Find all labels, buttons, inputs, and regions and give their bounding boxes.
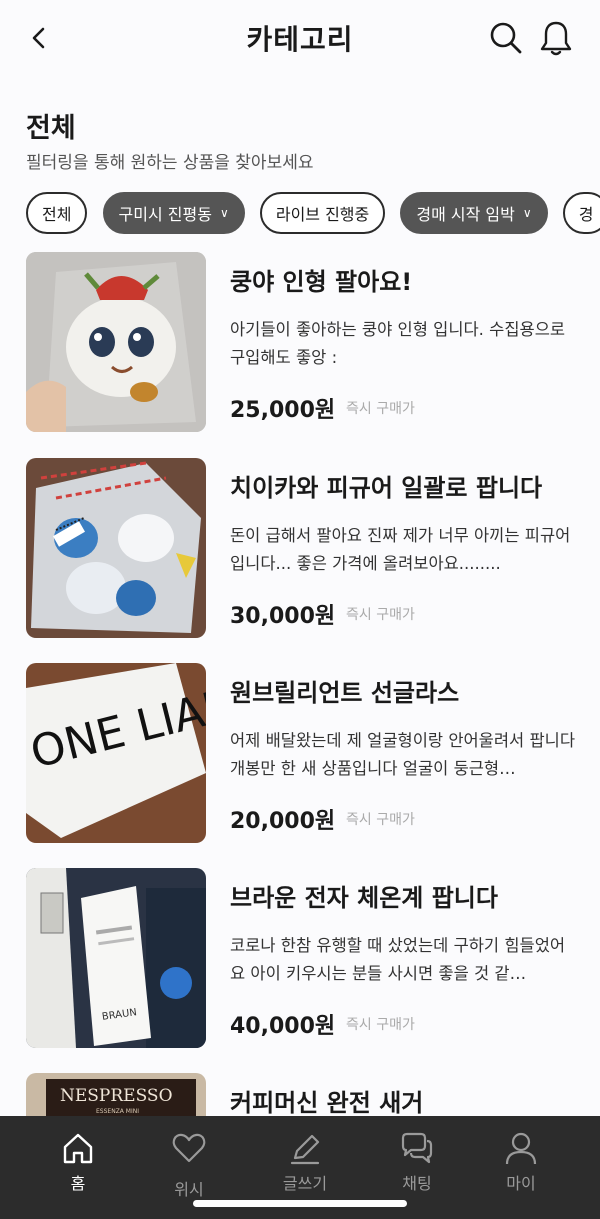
product-description: 아기들이 좋아하는 쿵야 인형 입니다. 수집용으로 구입해도 좋앙 : — [230, 320, 566, 367]
heart-icon — [172, 1133, 206, 1163]
top-app-bar: 카테고리 — [0, 0, 600, 80]
product-price: 40,000원 — [230, 1014, 336, 1039]
price-type-label: 즉시 구매가 — [346, 401, 415, 417]
chip-live[interactable]: 라이브 진행중 — [259, 192, 386, 234]
tab-label: 위시 — [174, 1180, 204, 1199]
search-icon — [490, 22, 522, 54]
tab-write[interactable]: 글쓰기 — [260, 1130, 350, 1194]
product-price: 25,000원 — [230, 398, 336, 423]
product-price: 30,000원 — [230, 604, 336, 629]
price-type-label: 즉시 구매가 — [346, 812, 415, 828]
product-card[interactable]: ONE LIAN 원브릴리언트 선글라스 어제 배달왔는데 제 얼굴형이랑 안어… — [0, 663, 600, 845]
product-title: 원브릴리언트 선글라스 — [230, 679, 460, 707]
chip-auction-soon[interactable]: 경매 시작 임박 ∨ — [400, 192, 548, 234]
tab-wish[interactable]: 위시 — [144, 1130, 234, 1200]
product-title: 쿵야 인형 팔아요! — [230, 268, 413, 296]
notification-button[interactable] — [536, 18, 576, 58]
chip-label: 경매 시작 임박 — [416, 205, 515, 224]
chip-label: 구미시 진평동 — [118, 205, 212, 224]
nespresso-label: NESPRESSO — [60, 1086, 173, 1106]
search-button[interactable] — [488, 20, 524, 56]
tab-my[interactable]: 마이 — [476, 1130, 566, 1194]
tab-label: 글쓰기 — [282, 1174, 328, 1193]
tab-home[interactable]: 홈 — [33, 1130, 123, 1194]
chip-label: 라이브 진행중 — [275, 205, 370, 224]
section-subtitle: 필터링을 통해 원하는 상품을 찾아보세요 — [26, 153, 314, 173]
chevron-down-icon: ∨ — [522, 206, 532, 220]
chip-label: 경 — [578, 205, 594, 224]
section-title: 전체 — [26, 113, 76, 144]
user-icon — [505, 1132, 537, 1165]
product-price: 20,000원 — [230, 809, 336, 834]
price-type-label: 즉시 구매가 — [346, 607, 415, 623]
chip-location[interactable]: 구미시 진평동 ∨ — [102, 192, 245, 234]
price-type-label: 즉시 구매가 — [346, 1017, 415, 1033]
product-title: 치이카와 피규어 일괄로 팝니다 — [230, 474, 543, 502]
chip-all[interactable]: 전체 — [26, 192, 88, 234]
product-title: 브라운 전자 체온계 팝니다 — [230, 884, 498, 912]
product-card[interactable]: 쿵야 인형 팔아요! 아기들이 좋아하는 쿵야 인형 입니다. 수집용으로 구입… — [0, 252, 600, 434]
product-card[interactable]: 치이카와 피규어 일괄로 팝니다 돈이 급해서 팔아요 진짜 제가 너무 아끼는… — [0, 458, 600, 640]
chevron-down-icon: ∨ — [219, 206, 229, 220]
essenza-label: ESSENZA MINI — [96, 1108, 139, 1115]
chip-more[interactable]: 경 — [562, 192, 600, 234]
product-card[interactable]: BRAUN 브라운 전자 체온계 팝니다 코로나 한참 유행할 때 샀었는데 구… — [0, 868, 600, 1050]
product-title: 커피머신 완전 새거 — [230, 1089, 424, 1117]
home-icon — [63, 1133, 93, 1164]
tab-label: 채팅 — [402, 1174, 432, 1193]
product-thumbnail: BRAUN — [26, 868, 206, 1048]
product-description: 어제 배달왔는데 제 얼굴형이랑 안어울려서 팝니다 개봉만 한 새 상품입니다… — [230, 731, 576, 778]
tab-chat[interactable]: 채팅 — [372, 1130, 462, 1194]
tab-label: 홈 — [70, 1174, 86, 1193]
filter-chip-row: 전체 구미시 진평동 ∨ 라이브 진행중 경매 시작 임박 ∨ 경 — [26, 192, 600, 234]
home-indicator — [193, 1200, 407, 1207]
product-thumbnail — [26, 458, 206, 638]
product-thumbnail — [26, 252, 206, 432]
chip-label: 전체 — [42, 205, 72, 224]
pencil-icon — [290, 1134, 320, 1165]
tab-label: 마이 — [506, 1174, 536, 1193]
chat-icon — [401, 1132, 433, 1164]
product-description: 돈이 급해서 팔아요 진짜 제가 너무 아끼는 피규어입니다... 좋은 가격에… — [230, 526, 571, 573]
product-thumbnail: ONE LIAN — [26, 663, 206, 843]
bell-icon — [540, 21, 572, 56]
product-description: 코로나 한참 유행할 때 샀었는데 구하기 힘들었어요 아이 키우시는 분들 사… — [230, 936, 566, 983]
